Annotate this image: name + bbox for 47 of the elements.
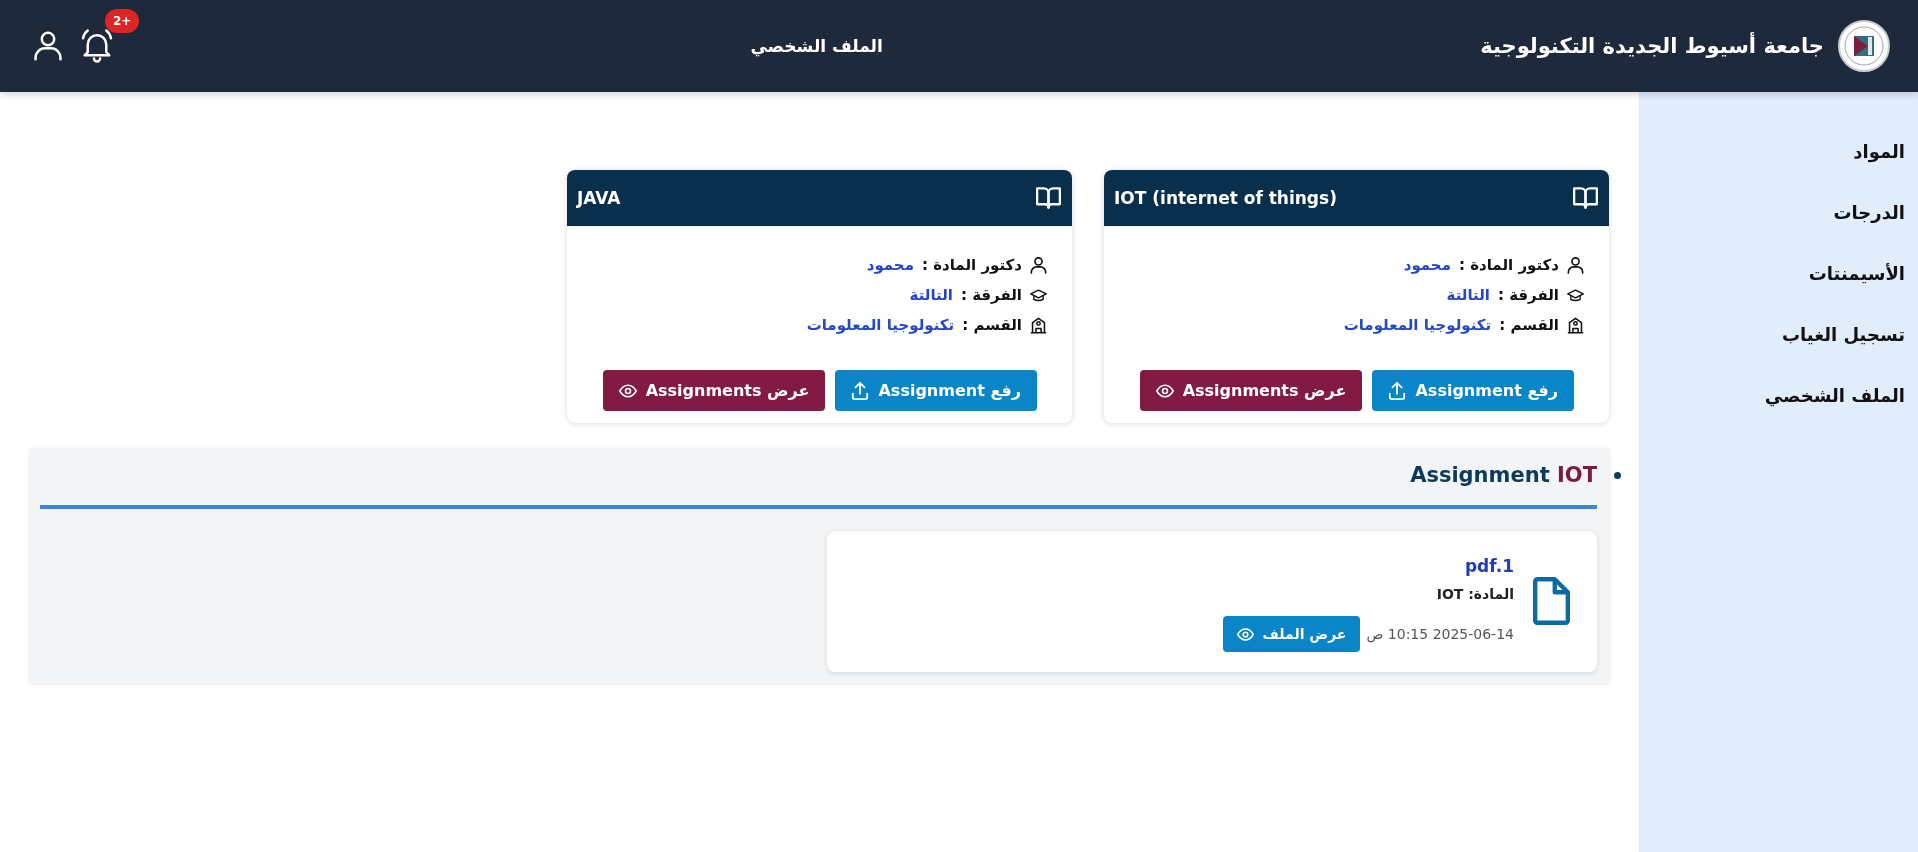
file-date: 2025-06-14 10:15 ص	[1366, 626, 1514, 642]
upload-assignment-button[interactable]: رفع Assignment	[1372, 370, 1574, 411]
upload-icon	[851, 381, 870, 400]
building-icon	[1567, 316, 1584, 334]
bullet-dot-icon	[1614, 472, 1621, 479]
section-heading: Assignment IOT	[1410, 461, 1597, 489]
graduation-cap-icon	[1030, 286, 1047, 304]
notification-bell-icon[interactable]	[81, 29, 113, 63]
eye-icon	[1236, 627, 1254, 641]
user-icon[interactable]	[34, 31, 62, 61]
view-assignments-button[interactable]: عرض Assignments	[602, 370, 826, 411]
building-icon	[1030, 316, 1047, 334]
course-title: JAVA	[577, 188, 621, 208]
file-name[interactable]: pdf.1	[1464, 553, 1514, 579]
book-icon	[1573, 187, 1598, 209]
info-value: محمود	[1403, 256, 1451, 274]
info-value: تكنولوجيا المعلومات	[806, 316, 955, 334]
info-value: تكنولوجيا المعلومات	[1343, 316, 1492, 334]
info-value: محمود	[866, 256, 914, 274]
info-label: دكتور المادة :	[1458, 256, 1559, 274]
view-file-button[interactable]: عرض الملف	[1222, 616, 1361, 652]
upload-assignment-button[interactable]: رفع Assignment	[835, 370, 1037, 411]
university-name: جامعة أسيوط الجديدة التكنولوجية	[1480, 34, 1824, 58]
info-label: القسم :	[962, 316, 1022, 334]
graduation-cap-icon	[1567, 286, 1584, 304]
upload-icon	[1388, 381, 1407, 400]
view-assignments-button[interactable]: عرض Assignments	[1139, 370, 1363, 411]
file-subject: المادة: IOT	[1436, 585, 1514, 604]
book-icon	[1036, 187, 1061, 209]
user-icon	[1567, 256, 1584, 274]
sidebar-item[interactable]: المواد	[1853, 138, 1905, 166]
notification-badge: 2+	[105, 9, 140, 33]
sidebar-item[interactable]: الأسيمنتات	[1808, 260, 1905, 288]
sidebar-item[interactable]: الملف الشخصي	[1764, 382, 1905, 410]
info-label: القسم :	[1499, 316, 1559, 334]
info-value: التالتة	[1446, 286, 1490, 304]
course-title: IOT (internet of things)	[1114, 188, 1337, 208]
university-seal-logo-icon[interactable]	[1838, 20, 1890, 72]
document-icon	[1533, 577, 1570, 625]
user-icon	[1030, 256, 1047, 274]
info-label: دكتور المادة :	[921, 256, 1022, 274]
sidebar-item[interactable]: تسجيل الغياب	[1782, 321, 1905, 349]
sidebar-item[interactable]: الدرجات	[1833, 199, 1905, 227]
info-label: الفرقة :	[960, 286, 1022, 304]
info-value: التالتة	[909, 286, 953, 304]
info-label: الفرقة :	[1497, 286, 1559, 304]
page-title: الملف الشخصي	[750, 36, 883, 56]
